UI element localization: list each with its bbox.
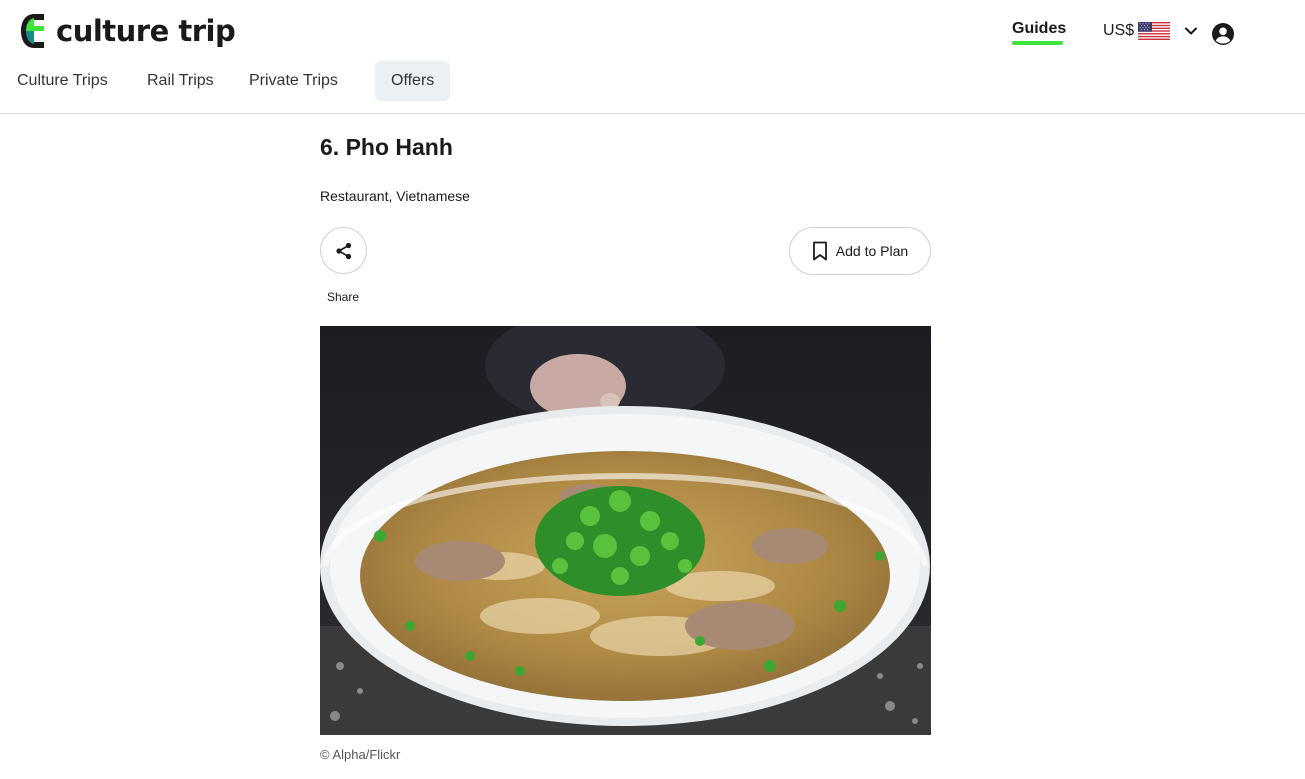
- guides-link[interactable]: Guides: [1012, 20, 1066, 38]
- nav-offers[interactable]: Offers: [375, 61, 451, 101]
- share-button[interactable]: [320, 227, 367, 274]
- us-flag-icon: [1138, 22, 1171, 40]
- chevron-down-icon: [1185, 27, 1198, 35]
- account-circle-icon[interactable]: [1211, 22, 1235, 46]
- place-category: Restaurant, Vietnamese: [320, 188, 470, 204]
- brand-name: culture trip: [56, 14, 236, 48]
- share-icon: [335, 242, 351, 259]
- pho-bowl-photo: [320, 326, 931, 735]
- add-to-plan-label: Add to Plan: [835, 243, 909, 259]
- nav-private-trips[interactable]: Private Trips: [249, 61, 338, 101]
- guides-active-underline: [1012, 41, 1063, 45]
- site-header: culture trip Guides US$ Culture Trips Ra…: [0, 0, 1305, 114]
- nav-culture-trips[interactable]: Culture Trips: [17, 61, 108, 101]
- currency-selector[interactable]: US$: [1103, 22, 1198, 40]
- image-credit: © Alpha/Flickr: [320, 747, 401, 762]
- nav-rail-trips[interactable]: Rail Trips: [147, 61, 214, 101]
- share-label: Share: [327, 290, 360, 304]
- culture-trip-logo-icon: [21, 14, 44, 48]
- place-title: 6. Pho Hanh: [320, 134, 453, 160]
- add-to-plan-button[interactable]: Add to Plan: [789, 227, 931, 275]
- currency-label: US$: [1103, 22, 1135, 39]
- bookmark-icon: [812, 241, 827, 261]
- culture-trip-logo[interactable]: culture trip: [20, 13, 236, 49]
